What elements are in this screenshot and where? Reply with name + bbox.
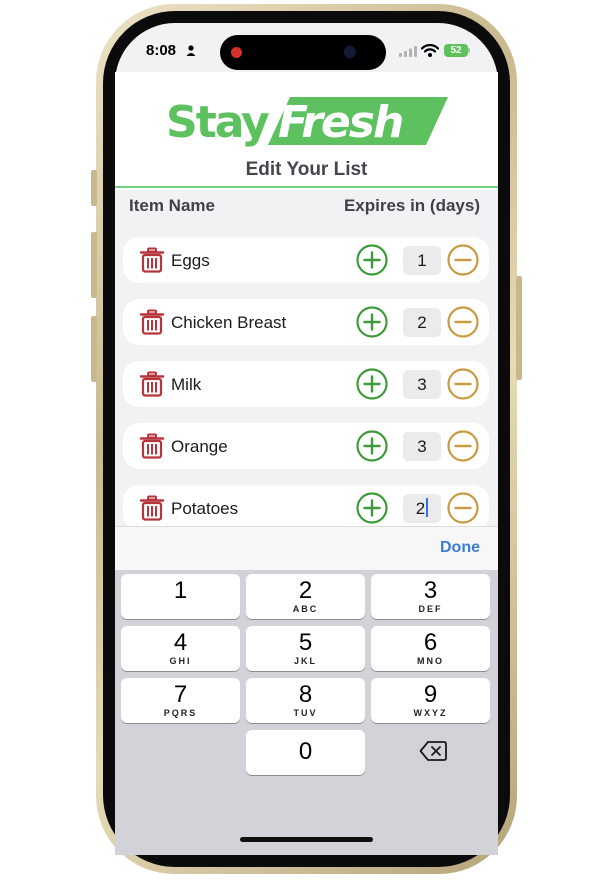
plus-circle-icon[interactable] bbox=[356, 368, 388, 400]
delete-left-icon[interactable] bbox=[419, 740, 447, 762]
item-name: Milk bbox=[171, 375, 202, 394]
list-item: Potatoes 2 bbox=[123, 485, 489, 526]
person-icon bbox=[186, 45, 196, 56]
minus-circle-icon[interactable] bbox=[447, 244, 479, 276]
key-9[interactable]: 9 WXYZ bbox=[371, 678, 490, 723]
list-item: Orange 3 bbox=[123, 423, 489, 469]
plus-circle-icon[interactable] bbox=[356, 306, 388, 338]
volume-up-button bbox=[91, 232, 97, 298]
list-item: Eggs 1 bbox=[123, 237, 489, 283]
key-8[interactable]: 8 TUV bbox=[246, 678, 365, 723]
days-input[interactable]: 2 bbox=[403, 308, 441, 337]
key-0[interactable]: 0 bbox=[246, 730, 365, 775]
days-value: 2 bbox=[415, 499, 426, 518]
column-header-item-name: Item Name bbox=[129, 196, 215, 215]
camera-icon bbox=[344, 46, 356, 58]
plus-circle-icon[interactable] bbox=[356, 430, 388, 462]
svg-text:Stay: Stay bbox=[166, 97, 269, 148]
keyboard-accessory-bar: Done bbox=[115, 526, 498, 570]
text-cursor bbox=[426, 498, 429, 517]
days-input[interactable]: 1 bbox=[403, 246, 441, 275]
trash-icon[interactable] bbox=[139, 495, 165, 521]
minus-circle-icon[interactable] bbox=[447, 492, 479, 524]
plus-circle-icon[interactable] bbox=[356, 244, 388, 276]
item-name: Potatoes bbox=[171, 499, 239, 518]
battery-indicator: 52 bbox=[444, 44, 468, 57]
key-2[interactable]: 2 ABC bbox=[246, 574, 365, 619]
page-title: Edit Your List bbox=[245, 159, 368, 180]
key-4[interactable]: 4 GHI bbox=[121, 626, 240, 671]
done-button[interactable]: Done bbox=[440, 539, 480, 557]
item-name: Chicken Breast bbox=[171, 313, 287, 332]
home-indicator[interactable] bbox=[240, 837, 373, 842]
plus-circle-icon[interactable] bbox=[356, 492, 388, 524]
trash-icon[interactable] bbox=[139, 371, 165, 397]
minus-circle-icon[interactable] bbox=[447, 430, 479, 462]
stayfresh-logo: Stay Fresh bbox=[166, 97, 448, 148]
minus-circle-icon[interactable] bbox=[447, 368, 479, 400]
key-7[interactable]: 7 PQRS bbox=[121, 678, 240, 723]
key-1[interactable]: 1 bbox=[121, 574, 240, 619]
cellular-signal-icon bbox=[399, 46, 417, 57]
item-name: Orange bbox=[171, 437, 228, 456]
trash-icon[interactable] bbox=[139, 309, 165, 335]
power-button bbox=[516, 276, 522, 380]
minus-circle-icon[interactable] bbox=[447, 306, 479, 338]
dynamic-island bbox=[220, 35, 386, 70]
header-divider bbox=[115, 186, 498, 188]
list-item: Chicken Breast 2 bbox=[123, 299, 489, 345]
trash-icon[interactable] bbox=[139, 433, 165, 459]
battery-nub bbox=[468, 48, 470, 53]
key-6[interactable]: 6 MNO bbox=[371, 626, 490, 671]
days-input[interactable]: 3 bbox=[403, 432, 441, 461]
svg-text:Fresh: Fresh bbox=[278, 97, 402, 148]
action-button bbox=[91, 170, 97, 206]
recording-indicator bbox=[231, 47, 242, 58]
trash-icon[interactable] bbox=[139, 247, 165, 273]
item-name: Eggs bbox=[171, 251, 210, 270]
volume-down-button bbox=[91, 316, 97, 382]
key-3[interactable]: 3 DEF bbox=[371, 574, 490, 619]
list-item: Milk 3 bbox=[123, 361, 489, 407]
wifi-icon bbox=[421, 44, 439, 57]
status-time: 8:08 bbox=[146, 42, 177, 59]
days-input[interactable]: 3 bbox=[403, 370, 441, 399]
column-header-expires: Expires in (days) bbox=[343, 196, 480, 215]
days-input-focused[interactable]: 2 bbox=[403, 494, 441, 523]
key-5[interactable]: 5 JKL bbox=[246, 626, 365, 671]
item-list[interactable]: Eggs 1 Chicken Breast 2 Milk 3 Orange 3 … bbox=[115, 224, 498, 526]
